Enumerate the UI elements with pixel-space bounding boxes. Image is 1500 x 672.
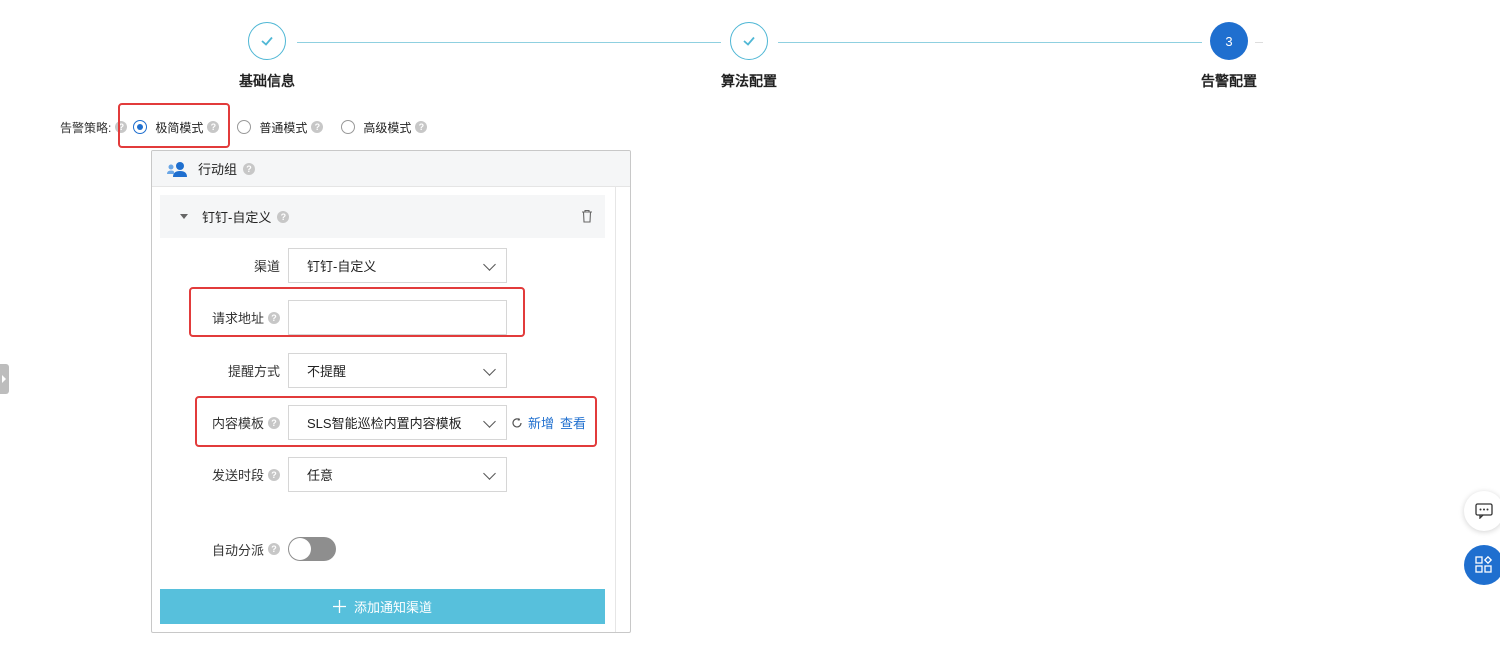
help-icon[interactable]: ? (277, 210, 290, 223)
feedback-chat-button[interactable] (1464, 491, 1500, 531)
strategy-label: 告警策略: (60, 120, 112, 135)
users-icon (166, 161, 188, 177)
add-channel-button[interactable]: 添加通知渠道 (160, 589, 605, 624)
help-icon[interactable]: ? (268, 468, 280, 481)
period-field-label: 发送时段 ? (192, 457, 280, 492)
toggle-knob[interactable] (289, 538, 311, 560)
help-icon[interactable]: ? (415, 121, 428, 133)
step-1-label: 基础信息 (239, 73, 295, 89)
send-period-value: 任意 (307, 468, 334, 483)
radio-advanced-mode[interactable]: 高级模式 ? (341, 119, 428, 136)
help-icon[interactable]: ? (268, 416, 280, 429)
channel-field-label: 渠道 (253, 259, 280, 274)
plus-icon (332, 600, 346, 613)
sidebar-expand-handle[interactable] (0, 364, 9, 394)
radio-label[interactable]: 极简模式 (155, 119, 203, 136)
action-group-title: 行动组 (198, 162, 238, 177)
auto-dispatch-toggle[interactable] (288, 537, 336, 561)
help-icon[interactable]: ? (268, 543, 280, 555)
request-url-input[interactable] (288, 300, 507, 335)
template-actions: 新增 查看 (511, 405, 586, 440)
channel-title: 钉钉-自定义 (202, 210, 272, 225)
channel-header[interactable]: 钉钉-自定义 ? (160, 195, 605, 238)
help-icon[interactable]: ? (311, 121, 324, 133)
help-icon[interactable]: ? (268, 311, 280, 324)
apps-grid-button[interactable] (1464, 545, 1500, 585)
caret-down-icon[interactable] (180, 213, 188, 220)
url-field-label: 请求地址 ? (192, 300, 280, 335)
step-2-check-icon (730, 22, 768, 60)
step-connector (297, 42, 721, 43)
template-new-link[interactable]: 新增 (528, 413, 554, 432)
refresh-icon[interactable] (511, 417, 523, 429)
action-group-panel: 行动组 ? 钉钉-自定义 ? 渠道 钉钉-自定义 请求地址 ? 提醒方式 不提醒… (151, 150, 631, 633)
radio-label[interactable]: 高级模式 (363, 119, 411, 136)
period-label-text: 发送时段 (211, 468, 264, 483)
action-group-header: 行动组 ? (152, 151, 630, 187)
send-period-select[interactable]: 任意 (288, 457, 507, 492)
help-icon[interactable]: ? (115, 121, 128, 133)
step-connector (778, 42, 1202, 43)
help-icon[interactable]: ? (243, 162, 256, 175)
template-label-text: 内容模板 (211, 416, 264, 431)
radio-unchecked-icon[interactable] (237, 120, 252, 134)
remind-field-label: 提醒方式 (227, 364, 280, 379)
template-field-label: 内容模板 ? (192, 405, 280, 440)
chevron-down-icon (483, 258, 496, 271)
radio-label[interactable]: 普通模式 (259, 119, 307, 136)
step-1-check-icon (248, 22, 286, 60)
radio-normal-mode[interactable]: 普通模式 ? (237, 119, 324, 136)
help-icon[interactable]: ? (207, 121, 220, 133)
content-template-value: SLS智能巡检内置内容模板 (307, 416, 462, 431)
template-view-link[interactable]: 查看 (560, 413, 586, 432)
radio-minimal-mode[interactable]: 极简模式 ? (133, 119, 220, 136)
radio-unchecked-icon[interactable] (341, 120, 356, 134)
chevron-down-icon (483, 467, 496, 480)
chevron-down-icon (483, 363, 496, 376)
step-tail (1255, 42, 1263, 43)
url-label-text: 请求地址 (211, 311, 264, 326)
step-2-label: 算法配置 (721, 73, 777, 89)
step-3-number: 3 (1210, 22, 1248, 60)
alert-strategy-row: 告警策略: ? 极简模式 ? 普通模式 ? 高级模式 ? (60, 116, 445, 138)
trash-icon[interactable] (581, 209, 593, 223)
radio-checked-icon[interactable] (133, 120, 148, 134)
auto-dispatch-label-text: 自动分派 (211, 542, 264, 558)
chevron-down-icon (483, 415, 496, 428)
apps-grid-icon (1475, 556, 1493, 574)
remind-method-value: 不提醒 (307, 364, 347, 379)
auto-dispatch-label: 自动分派 ? (192, 537, 280, 561)
channel-select-value: 钉钉-自定义 (307, 259, 377, 274)
chat-icon (1475, 503, 1493, 519)
remind-method-select[interactable]: 不提醒 (288, 353, 507, 388)
step-3-label: 告警配置 (1201, 73, 1257, 89)
channel-select[interactable]: 钉钉-自定义 (288, 248, 507, 283)
scrollbar-track[interactable] (615, 186, 616, 632)
content-template-select[interactable]: SLS智能巡检内置内容模板 (288, 405, 507, 440)
add-channel-label[interactable]: 添加通知渠道 (354, 597, 432, 616)
